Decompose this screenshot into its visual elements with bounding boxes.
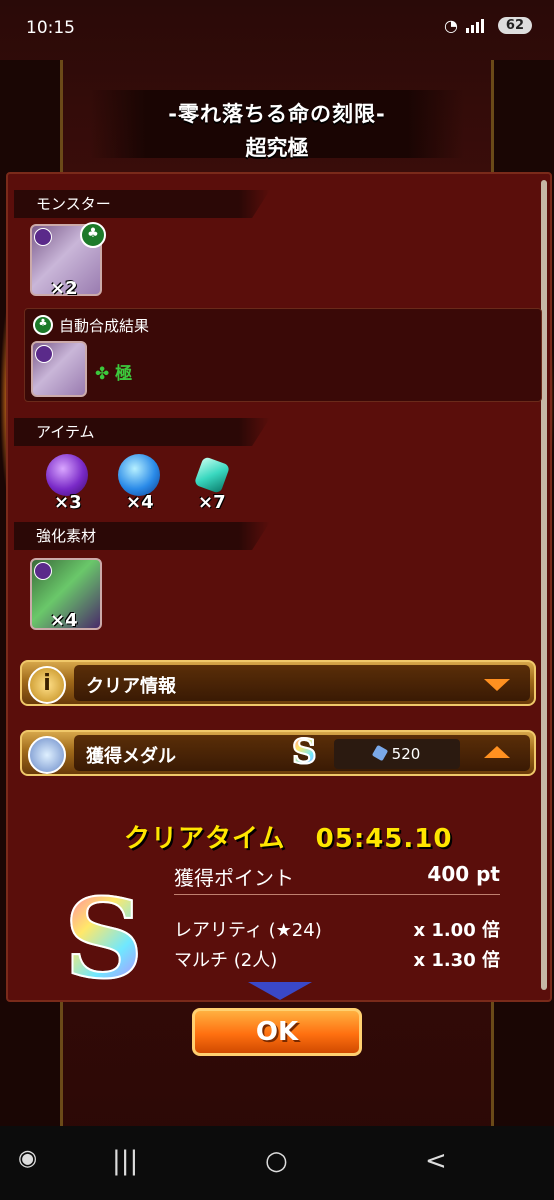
item-count: ×7 xyxy=(198,492,226,513)
purple-orb-icon[interactable] xyxy=(46,454,88,496)
monster-count: ×2 xyxy=(50,278,78,299)
status-bar: 10:15 ◔ 62 xyxy=(0,0,554,58)
reward-panel[interactable]: モンスター ♣ ×2 ♣ 自動合成結果 ✤ 極 アイテム ×3 ×4 ×7 強化… xyxy=(6,172,552,1002)
navigation-bar: ◉ ||| ○ < xyxy=(0,1126,554,1200)
clock: 10:15 xyxy=(26,18,75,38)
fusion-monster-thumbnail[interactable] xyxy=(31,341,87,397)
clover-small-icon: ✤ xyxy=(95,364,110,384)
home-button[interactable]: ○ xyxy=(265,1146,288,1176)
material-section-header: 強化素材 xyxy=(14,522,270,550)
monster-section-header: モンスター xyxy=(14,190,270,218)
divider xyxy=(174,894,500,895)
recent-apps-button[interactable]: ||| xyxy=(112,1146,138,1176)
clear-time-value: 05:45.10 xyxy=(315,824,453,854)
gamepad-icon[interactable]: ◉ xyxy=(18,1146,37,1171)
points-row: 獲得ポイント 400 pt xyxy=(174,862,500,891)
clover-icon: ♣ xyxy=(80,222,106,248)
signal-icon xyxy=(464,18,492,34)
scroll-down-icon[interactable] xyxy=(248,982,312,1000)
blue-orb-icon[interactable] xyxy=(118,454,160,496)
clear-info-bar[interactable]: i クリア情報 xyxy=(20,660,536,706)
rarity-value: x 1.00 倍 xyxy=(413,920,500,941)
medal-rank: S xyxy=(291,731,318,773)
expand-icon[interactable] xyxy=(484,679,510,691)
medal-value-box: 520 xyxy=(334,739,460,769)
fusion-result: ✤ 極 xyxy=(95,359,132,384)
scrollbar[interactable] xyxy=(541,180,547,990)
item-count: ×4 xyxy=(126,492,154,513)
medal-label: 獲得メダル xyxy=(86,746,176,767)
medal-bar[interactable]: 獲得メダル S 520 xyxy=(20,730,536,776)
ok-button[interactable]: OK xyxy=(192,1008,362,1056)
clear-time: クリアタイム 05:45.10 xyxy=(124,818,452,855)
items-section-header: アイテム xyxy=(14,418,270,446)
multi-row: マルチ (2人) x 1.30 倍 xyxy=(174,946,500,972)
rarity-row: レアリティ (★24) x 1.00 倍 xyxy=(174,916,500,942)
medal-icon xyxy=(28,736,66,774)
quest-difficulty: 超究極 xyxy=(245,136,309,160)
medal-value: 520 xyxy=(391,745,421,763)
medal-gem-icon xyxy=(371,744,388,762)
quest-title-line1: -零れ落ちる命の刻限- xyxy=(168,102,386,126)
fusion-result-label: 極 xyxy=(115,364,133,384)
auto-fusion-label: 自動合成結果 xyxy=(59,317,150,335)
info-icon: i xyxy=(28,666,66,704)
clover-icon: ♣ xyxy=(33,315,53,335)
clear-info-label: クリア情報 xyxy=(86,676,176,697)
element-icon xyxy=(35,345,53,363)
item-count: ×3 xyxy=(54,492,82,513)
quest-title: -零れ落ちる命の刻限- 超究極 xyxy=(90,90,464,160)
auto-fusion-box: ♣ 自動合成結果 ✤ 極 xyxy=(24,308,542,402)
points-value: 400 pt xyxy=(427,862,500,886)
back-button[interactable]: < xyxy=(425,1146,447,1176)
gem-icon[interactable] xyxy=(193,456,231,494)
status-icons: ◔ 62 xyxy=(444,16,532,35)
battery-icon: 62 xyxy=(497,17,532,34)
element-icon xyxy=(34,228,52,246)
clear-time-label: クリアタイム xyxy=(124,824,286,854)
rarity-label: レアリティ (★24) xyxy=(174,920,322,941)
points-label: 獲得ポイント xyxy=(174,866,294,890)
collapse-icon[interactable] xyxy=(484,746,510,758)
element-icon xyxy=(34,562,52,580)
multi-label: マルチ (2人) xyxy=(174,950,278,971)
rank-badge: S xyxy=(63,874,144,1002)
material-count: ×4 xyxy=(50,610,78,631)
multi-value: x 1.30 倍 xyxy=(413,950,500,971)
wifi-icon: ◔ xyxy=(443,16,458,35)
